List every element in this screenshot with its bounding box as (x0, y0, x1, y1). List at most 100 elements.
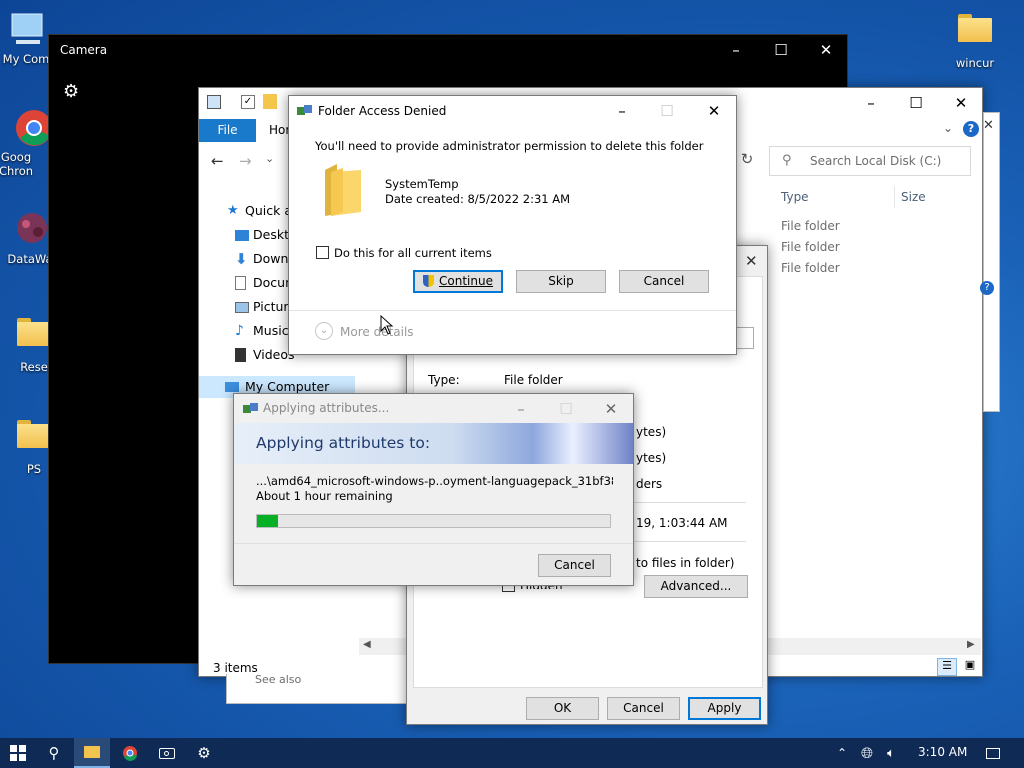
continue-button[interactable]: Continue (413, 270, 503, 293)
close-icon[interactable]: ✕ (745, 252, 758, 270)
applying-attributes-dialog[interactable]: Applying attributes... – ☐ ✕ Applying at… (233, 393, 634, 586)
action-center-icon[interactable] (978, 738, 1008, 768)
background-window-bottom: See also (226, 673, 416, 704)
folder-access-denied-dialog[interactable]: Folder Access Denied – ☐ ✕ You'll need t… (288, 95, 737, 355)
expand-chevron-icon[interactable]: ⌄ (315, 322, 333, 340)
back-arrow-icon[interactable]: ← (211, 152, 224, 170)
gear-icon[interactable]: ⚙ (63, 81, 79, 102)
progress-bar (256, 514, 611, 528)
desktop-icon (235, 230, 249, 241)
apply-all-label: Do this for all current items (334, 246, 492, 260)
help-icon[interactable]: ? (963, 121, 979, 137)
tab-file[interactable]: File (199, 119, 256, 142)
desktop-icon-wincur[interactable]: wincur (937, 8, 1013, 70)
skip-button[interactable]: Skip (516, 270, 606, 293)
footer-divider (289, 310, 736, 311)
quick-access-toolbar-icon[interactable] (207, 95, 221, 109)
progress-fill (257, 515, 279, 527)
monitor-icon (6, 10, 46, 50)
advanced-button[interactable]: Advanced... (644, 575, 748, 598)
more-details-link[interactable]: More details (340, 325, 414, 339)
scroll-left-icon[interactable]: ◀ (363, 639, 371, 650)
apply-button[interactable]: Apply (688, 697, 761, 720)
chrome-taskbar-icon[interactable] (112, 738, 148, 768)
details-view-icon[interactable]: ☰ (937, 658, 957, 676)
ok-button[interactable]: OK (526, 697, 599, 720)
mouse-cursor-icon (380, 314, 394, 338)
background-window-edge (983, 112, 1000, 412)
minimize-button[interactable]: – (713, 35, 759, 65)
refresh-icon[interactable]: ↻ (736, 150, 758, 172)
recent-chevron-icon[interactable]: ⌄ (265, 152, 274, 165)
file-explorer-taskbar-icon[interactable] (74, 738, 110, 768)
folder-icon (17, 318, 51, 346)
close-button[interactable]: ✕ (588, 394, 634, 424)
readonly-note: to files in folder) (636, 556, 735, 570)
scroll-right-icon[interactable]: ▶ (967, 639, 975, 650)
minimize-button[interactable]: – (498, 394, 544, 424)
apply-all-checkbox[interactable] (316, 246, 329, 259)
picture-icon (235, 302, 249, 313)
clock-time[interactable]: 3:10 AM (918, 745, 967, 759)
uac-shield-icon (423, 275, 435, 287)
list-item[interactable]: File folder (781, 219, 840, 233)
desktop-icon-label: Goog Chron (0, 150, 34, 178)
close-button[interactable]: ✕ (691, 96, 737, 126)
properties-icon[interactable]: ✓ (241, 95, 255, 109)
item-date: Date created: 8/5/2022 2:31 AM (385, 192, 571, 206)
music-icon: ♪ (235, 323, 244, 339)
size-on-disk-value: ytes) (636, 451, 667, 465)
progress-header-band: Applying attributes to: (234, 423, 633, 464)
close-button[interactable]: ✕ (938, 88, 984, 118)
current-item-path: ...\amd64_microsoft-windows-p..oyment-la… (256, 474, 613, 488)
tiles-view-icon[interactable]: ▣ (961, 658, 979, 676)
cancel-button[interactable]: Cancel (538, 554, 611, 577)
status-bar-text: 3 items (213, 661, 258, 675)
time-remaining: About 1 hour remaining (256, 489, 393, 503)
maximize-button[interactable]: ☐ (758, 35, 804, 65)
camera-taskbar-icon[interactable] (149, 738, 185, 768)
dialog-footer: Cancel (234, 543, 633, 585)
continue-label: Continue (439, 274, 493, 288)
cancel-button[interactable]: Cancel (607, 697, 680, 720)
list-item[interactable]: File folder (781, 261, 840, 275)
tray-chevron-up-icon[interactable]: ⌃ (832, 738, 852, 768)
type-label: Type: (428, 373, 460, 387)
nav-music[interactable]: ♪ Music (235, 320, 289, 342)
settings-taskbar-icon[interactable]: ⚙ (186, 738, 222, 768)
search-icon[interactable]: ⚲ (36, 738, 72, 768)
close-button[interactable]: ✕ (803, 35, 849, 65)
maximize-button: ☐ (660, 102, 674, 120)
folder-icon (958, 14, 992, 42)
start-button[interactable] (0, 738, 36, 768)
type-value: File folder (504, 373, 563, 387)
column-header-type[interactable]: Type (781, 190, 809, 204)
column-divider (894, 186, 895, 208)
column-header-size[interactable]: Size (901, 190, 926, 204)
minimize-button[interactable]: – (599, 96, 645, 126)
maximize-button[interactable]: ☐ (893, 88, 939, 118)
datawarp-icon (10, 210, 50, 250)
volume-icon[interactable]: 🔈︎ (880, 738, 902, 768)
search-box[interactable]: ⚲ Search Local Disk (C:) (769, 146, 971, 176)
document-icon (235, 276, 246, 290)
dialog-title: Folder Access Denied (318, 104, 447, 118)
folder-icon (17, 420, 51, 448)
new-folder-icon[interactable] (263, 94, 277, 109)
dialog-title: Applying attributes... (263, 401, 390, 415)
progress-heading: Applying attributes to: (256, 434, 431, 452)
minimize-button[interactable]: – (848, 88, 894, 118)
chevron-down-icon[interactable]: ⌄ (943, 121, 953, 135)
dialog-title-icon (243, 403, 258, 415)
cancel-button[interactable]: Cancel (619, 270, 709, 293)
permission-message: You'll need to provide administrator per… (315, 139, 704, 153)
forward-arrow-icon[interactable]: → (239, 152, 252, 170)
help-icon: ? (980, 281, 994, 295)
close-icon: ✕ (983, 118, 994, 133)
search-icon: ⚲ (782, 153, 792, 168)
download-icon: ⬇ (235, 250, 248, 268)
network-globe-icon[interactable]: 🌐︎ (856, 738, 878, 768)
list-item[interactable]: File folder (781, 240, 840, 254)
created-value: 19, 1:03:44 AM (636, 516, 728, 530)
dialog-title-icon (297, 105, 312, 117)
